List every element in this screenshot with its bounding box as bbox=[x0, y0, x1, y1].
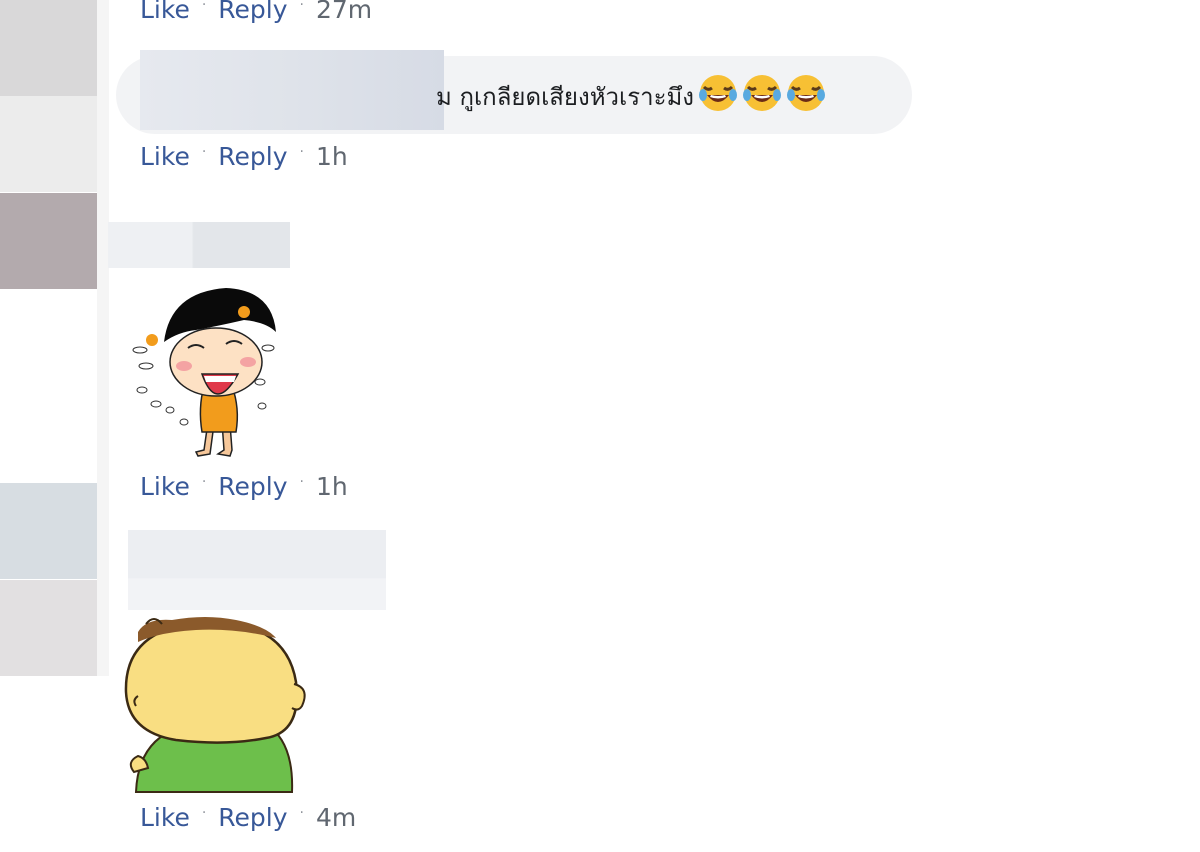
separator: · bbox=[299, 144, 304, 160]
commenter-name-blurred[interactable] bbox=[128, 530, 386, 610]
round-head-boy-sticker[interactable] bbox=[116, 612, 312, 794]
avatar-blurred bbox=[0, 580, 97, 676]
avatar-blurred[interactable] bbox=[0, 193, 97, 289]
timestamp[interactable]: 1h bbox=[316, 142, 348, 171]
avatar-blurred[interactable] bbox=[0, 483, 97, 579]
separator: · bbox=[299, 474, 304, 490]
like-link[interactable]: Like bbox=[140, 472, 190, 501]
separator: · bbox=[299, 805, 304, 821]
separator: · bbox=[201, 0, 207, 13]
face-with-tears-of-joy-icon bbox=[786, 73, 826, 119]
comment-text: ม กูเกลียดเสียงหัวเราะมึง bbox=[436, 82, 694, 111]
avatar-strip bbox=[97, 0, 109, 676]
commenter-name-blurred[interactable] bbox=[140, 50, 444, 130]
like-link[interactable]: Like bbox=[140, 803, 190, 832]
comment-actions: Like · Reply · 1h bbox=[140, 139, 348, 173]
comment-text-row: ม กูเกลียดเสียงหัวเราะมึง bbox=[436, 74, 826, 118]
separator: · bbox=[299, 0, 304, 13]
reply-link[interactable]: Reply bbox=[218, 472, 287, 501]
avatar-blurred[interactable] bbox=[0, 0, 97, 96]
timestamp[interactable]: 1h bbox=[316, 472, 348, 501]
comment-actions: Like · Reply · 27m bbox=[140, 0, 372, 26]
comment-actions: Like · Reply · 4m bbox=[140, 800, 356, 834]
timestamp[interactable]: 27m bbox=[316, 0, 372, 24]
reply-link[interactable]: Reply bbox=[218, 142, 287, 171]
like-link[interactable]: Like bbox=[140, 0, 190, 24]
face-with-tears-of-joy-icon bbox=[698, 73, 738, 119]
separator: · bbox=[201, 805, 207, 821]
face-with-tears-of-joy-icon bbox=[742, 73, 782, 119]
like-link[interactable]: Like bbox=[140, 142, 190, 171]
separator: · bbox=[201, 144, 207, 160]
timestamp[interactable]: 4m bbox=[316, 803, 356, 832]
crying-girl-sticker[interactable] bbox=[126, 282, 278, 462]
separator: · bbox=[201, 474, 207, 490]
reply-link[interactable]: Reply bbox=[218, 0, 287, 24]
avatar-blurred bbox=[0, 96, 97, 192]
reply-link[interactable]: Reply bbox=[218, 803, 287, 832]
commenter-name-blurred[interactable] bbox=[108, 222, 290, 268]
comment-actions: Like · Reply · 1h bbox=[140, 469, 348, 503]
